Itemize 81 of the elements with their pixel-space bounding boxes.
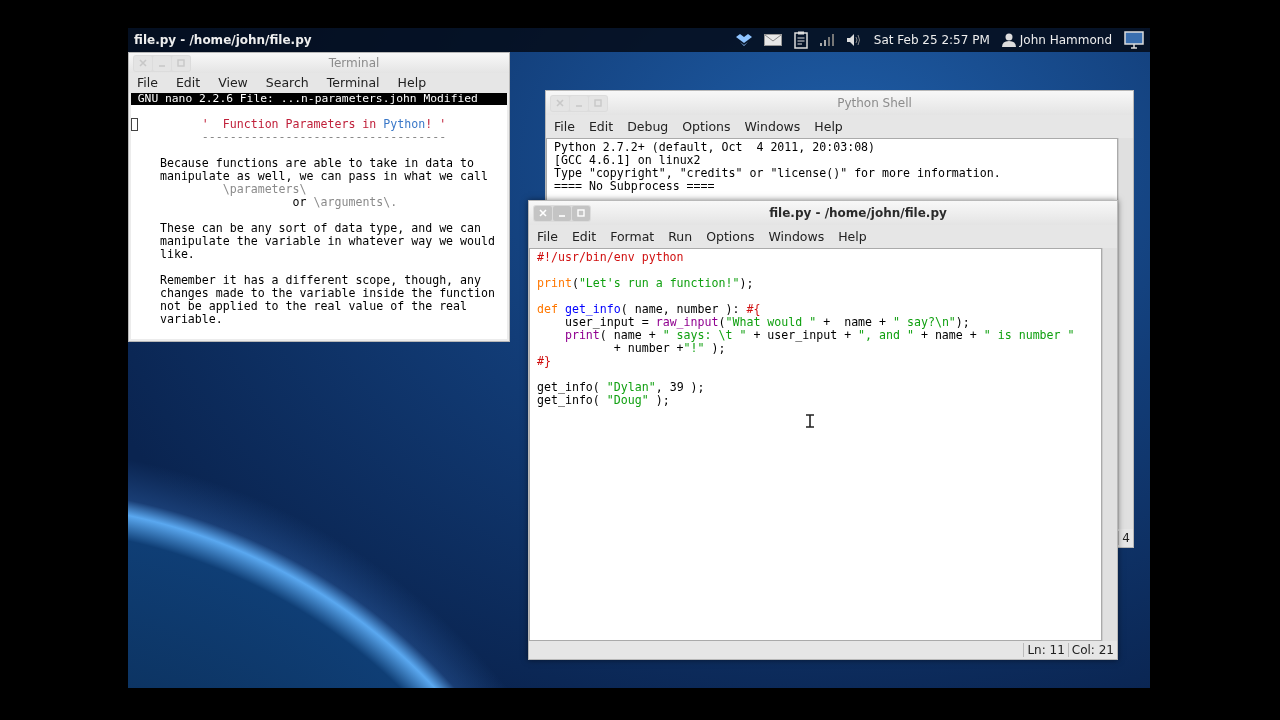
menu-item[interactable]: Run bbox=[668, 229, 693, 244]
text-line: manipulate as well, we can pass in what we call bbox=[158, 170, 489, 183]
menu-item[interactable]: Edit bbox=[588, 119, 614, 134]
minimize-button[interactable] bbox=[570, 95, 588, 111]
minimize-button[interactable] bbox=[153, 55, 171, 71]
active-window-title: file.py - /home/john/file.py bbox=[134, 33, 312, 47]
menu-item[interactable]: View bbox=[218, 75, 248, 90]
close-button[interactable] bbox=[551, 95, 569, 111]
text-line: These can be any sort of data type, and we can bbox=[158, 222, 483, 235]
code-line: #} bbox=[537, 355, 552, 368]
signal-bars-icon[interactable] bbox=[819, 34, 834, 46]
menu-item[interactable]: Windows bbox=[744, 119, 801, 134]
menu-item[interactable]: File bbox=[554, 119, 575, 134]
text-line: \parameters\ bbox=[222, 183, 308, 196]
user-icon bbox=[1001, 33, 1016, 47]
code-line: def get_info( name, number ): #{ bbox=[537, 303, 762, 316]
menu-item[interactable]: Search bbox=[265, 75, 309, 90]
text-line: ' Function Parameters in Python! ' bbox=[200, 118, 448, 131]
text-line: not be applied to the real value of the real bbox=[158, 300, 469, 313]
window-title: Terminal bbox=[327, 56, 381, 70]
code-line: get_info( "Dylan", 39 ); bbox=[537, 381, 706, 394]
maximize-icon bbox=[594, 99, 602, 107]
output-line: [GCC 4.6.1] on linux2 bbox=[554, 154, 702, 167]
menu-item[interactable]: Help bbox=[814, 119, 843, 134]
code-line: user_input = raw_input("What would " + name + " say?\n"); bbox=[563, 316, 971, 329]
menu-item[interactable]: Debug bbox=[627, 119, 669, 134]
window-title: Python Shell bbox=[836, 96, 913, 110]
code-line: + number +"!" ); bbox=[612, 342, 727, 355]
code-line: print( name + " says: \t " + user_input + ", and " + name + " is number " bbox=[563, 329, 1076, 342]
close-button[interactable] bbox=[534, 205, 552, 221]
code-line: print("Let's run a function!"); bbox=[537, 277, 755, 290]
clipboard-icon[interactable] bbox=[793, 31, 808, 49]
scrollbar[interactable] bbox=[1118, 138, 1133, 529]
minimize-button[interactable] bbox=[553, 205, 571, 221]
maximize-button[interactable] bbox=[172, 55, 190, 71]
text-line: like. bbox=[158, 248, 195, 261]
text-line: or \arguments\. bbox=[292, 196, 399, 209]
menu-item[interactable]: File bbox=[537, 229, 558, 244]
close-icon bbox=[539, 209, 547, 217]
menu-item[interactable]: Terminal bbox=[326, 75, 380, 90]
status-column: Col: 21 bbox=[1067, 643, 1117, 657]
envelope-icon[interactable] bbox=[763, 34, 782, 46]
code-line: #!/usr/bin/env python bbox=[537, 251, 685, 264]
menu-item[interactable]: Help bbox=[397, 75, 427, 90]
scrollbar[interactable] bbox=[1102, 248, 1117, 641]
text-line: manipulate the variable in whatever way we would bbox=[158, 235, 496, 248]
maximize-icon bbox=[177, 59, 185, 67]
maximize-button[interactable] bbox=[589, 95, 607, 111]
menu-item[interactable]: File bbox=[137, 75, 158, 90]
menu-item[interactable]: Edit bbox=[571, 229, 597, 244]
close-button[interactable] bbox=[134, 55, 152, 71]
text-line: changes made to the variable inside the function bbox=[158, 287, 496, 300]
maximize-icon bbox=[577, 209, 585, 217]
text-line: variable. bbox=[158, 313, 223, 326]
menu-item[interactable]: Help bbox=[838, 229, 867, 244]
menu-item[interactable]: Options bbox=[682, 119, 731, 134]
menu-item[interactable]: Format bbox=[610, 229, 655, 244]
terminal-text-area[interactable] bbox=[131, 105, 507, 339]
output-line: ==== No Subprocess ==== bbox=[554, 180, 716, 193]
user-name[interactable]: John Hammond bbox=[1019, 33, 1112, 47]
nano-status-bar: GNU nano 2.2.6 File: ...n-parameters.john Modified bbox=[131, 93, 507, 105]
close-icon bbox=[556, 99, 564, 107]
status-line: Ln: 11 bbox=[1023, 643, 1068, 657]
maximize-button[interactable] bbox=[572, 205, 590, 221]
output-line: Type "copyright", "credits" or "license()" for more information. bbox=[554, 167, 1002, 180]
text-cursor bbox=[131, 118, 138, 131]
code-line: get_info( "Doug" ); bbox=[537, 394, 671, 407]
menu-item[interactable]: Edit bbox=[175, 75, 201, 90]
close-icon bbox=[139, 59, 147, 67]
text-line: ----------------------------------- bbox=[200, 131, 448, 144]
window-title: file.py - /home/john/file.py bbox=[768, 206, 948, 220]
text-line: Because functions are able to take in data to bbox=[158, 157, 476, 170]
speaker-icon[interactable] bbox=[845, 33, 862, 47]
menu-item[interactable]: Options bbox=[706, 229, 755, 244]
clock[interactable]: Sat Feb 25 2:57 PM bbox=[873, 33, 990, 47]
menu-item[interactable]: Windows bbox=[768, 229, 825, 244]
text-line: Remember it has a different scope, though, any bbox=[158, 274, 483, 287]
monitor-icon[interactable] bbox=[1124, 31, 1144, 49]
output-line: Python 2.7.2+ (default, Oct 4 2011, 20:03:08) bbox=[554, 141, 877, 154]
code-editor[interactable] bbox=[529, 248, 1102, 641]
text-cursor-icon bbox=[806, 414, 814, 428]
